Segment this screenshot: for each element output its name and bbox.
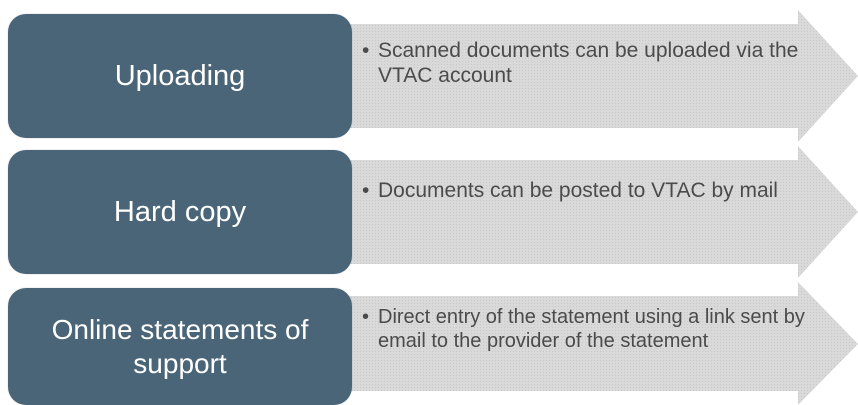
bullet-item-uploading: • Scanned documents can be uploaded via … [362,38,818,88]
label-hard-copy: Hard copy [113,195,247,228]
arrow-shape-hard-copy [318,146,858,278]
row-hard-copy: Hard copy • Documents can be posted to V… [0,146,858,278]
label-box-hard-copy: Hard copy [8,150,352,274]
label-uploading: Uploading [114,59,246,92]
bullet-text-online-statements: Direct entry of the statement using a li… [378,306,805,352]
bullet-item-online-statements: • Direct entry of the statement using a … [362,305,833,353]
label-box-uploading: Uploading [8,14,352,138]
bullet-dot: • [362,179,370,202]
bullet-item-hard-copy: • Documents can be posted to VTAC by mai… [362,178,818,203]
row-uploading: Uploading • Scanned documents can be upl… [0,10,858,142]
bullet-dot: • [362,39,370,62]
bullet-text-hard-copy: Documents can be posted to VTAC by mail [378,179,778,202]
bullet-dot: • [362,306,370,328]
row-online-statements: Online statements of support • Direct en… [0,282,858,405]
label-box-online-statements: Online statements of support [8,288,352,405]
bullet-text-uploading: Scanned documents can be uploaded via th… [378,39,799,88]
label-online-statements: Online statements of support [51,314,309,379]
